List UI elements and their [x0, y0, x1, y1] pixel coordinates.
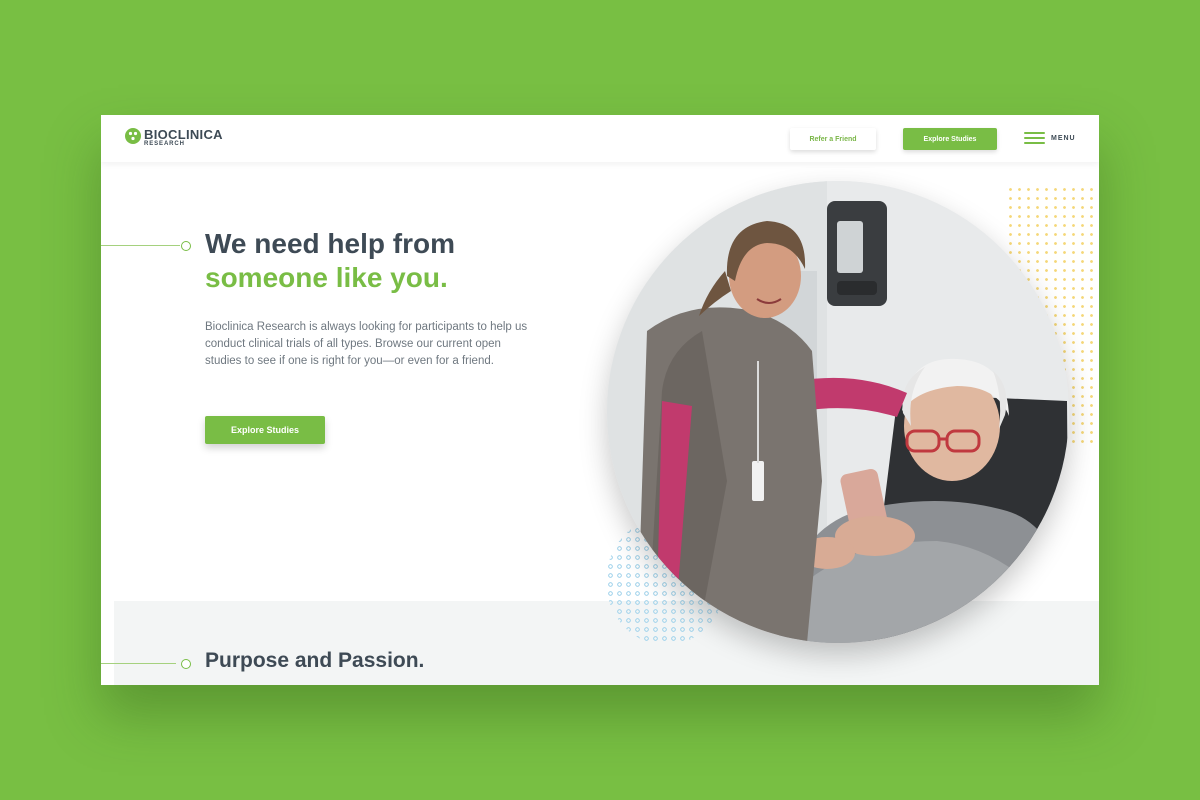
hero-headline-line2: someone like you.	[205, 262, 448, 293]
section-accent-line	[101, 663, 176, 664]
hero-accent-circle	[181, 241, 191, 251]
menu-label: MENU	[1051, 134, 1076, 142]
refer-friend-button[interactable]: Refer a Friend	[790, 128, 876, 150]
explore-studies-hero-button[interactable]: Explore Studies	[205, 416, 325, 444]
section-accent-circle	[181, 659, 191, 669]
logo-subtitle: RESEARCH	[144, 141, 185, 147]
explore-studies-header-button[interactable]: Explore Studies	[903, 128, 997, 150]
site-header: BIOCLINICA RESEARCH Refer a Friend Explo…	[101, 115, 1099, 162]
bioclinica-logo-icon	[125, 128, 141, 144]
browser-page: BIOCLINICA RESEARCH Refer a Friend Explo…	[101, 115, 1099, 685]
hamburger-menu-icon	[1024, 131, 1045, 145]
hero-accent-line	[101, 245, 180, 246]
menu-button[interactable]: MENU	[1024, 131, 1076, 145]
hero-intro-text: Bioclinica Research is always looking fo…	[205, 321, 528, 367]
nurse-and-patient-illustration	[607, 181, 1069, 643]
hero-photo	[607, 181, 1069, 643]
section-title: Purpose and Passion.	[205, 649, 425, 672]
hero-headline-line1: We need help from	[205, 228, 455, 259]
logo-name: BIOCLINICA	[144, 127, 223, 142]
